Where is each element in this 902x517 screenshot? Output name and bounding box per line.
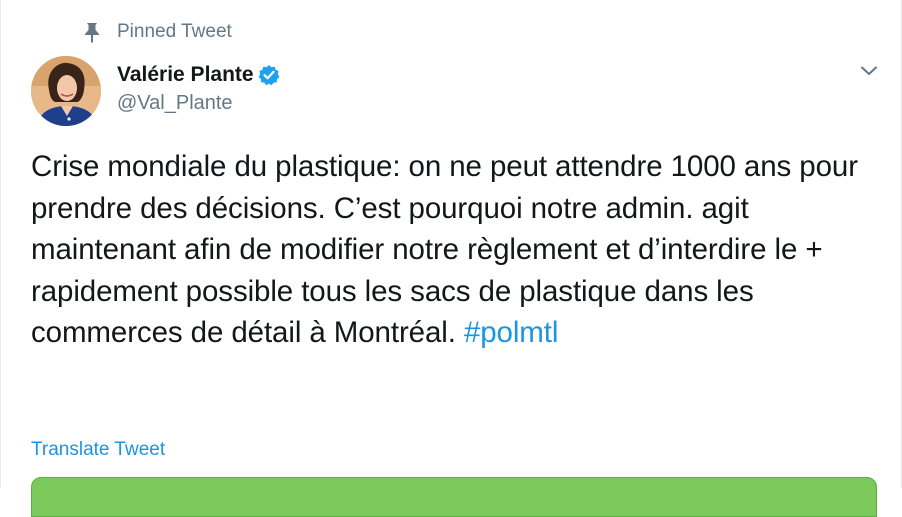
tweet-menu-caret[interactable] xyxy=(856,60,882,86)
verified-badge-icon xyxy=(258,64,280,86)
chevron-down-icon xyxy=(860,64,878,82)
translate-tweet-link[interactable]: Translate Tweet xyxy=(31,439,165,461)
pinned-indicator: Pinned Tweet xyxy=(83,20,232,44)
pinned-tweet-card[interactable]: Pinned Tweet Valérie Plante @Val_Plante xyxy=(0,0,902,517)
pinned-label: Pinned Tweet xyxy=(117,21,232,42)
hashtag-link[interactable]: #polmtl xyxy=(464,316,559,349)
pin-icon xyxy=(83,21,101,43)
tweet-body: Crise mondiale du plastique: on ne peut … xyxy=(31,150,867,349)
avatar[interactable] xyxy=(31,56,101,126)
author-name[interactable]: Valérie Plante xyxy=(117,63,254,87)
author-handle[interactable]: @Val_Plante xyxy=(117,92,233,115)
tweet-text: Crise mondiale du plastique: on ne peut … xyxy=(31,146,881,354)
author-name-row[interactable]: Valérie Plante xyxy=(117,60,280,90)
media-preview[interactable] xyxy=(31,477,877,517)
